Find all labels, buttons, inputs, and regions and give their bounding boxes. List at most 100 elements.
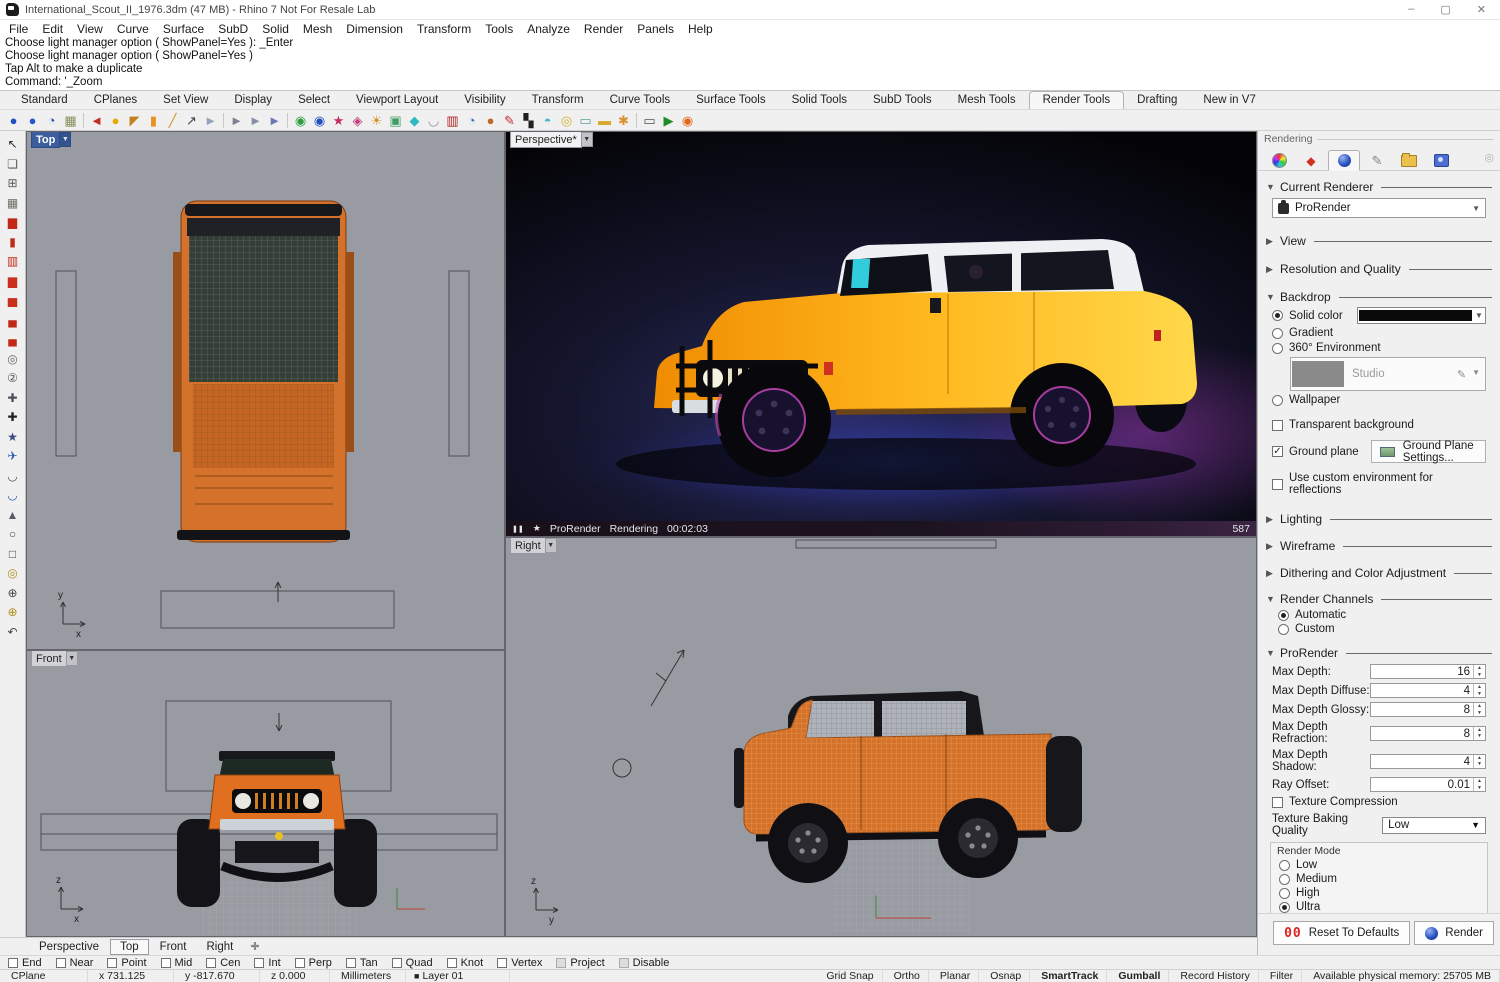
render-button[interactable]: Render <box>1414 921 1494 945</box>
flag-arrow-icon[interactable]: ► <box>201 111 220 130</box>
texture-compression-checkbox[interactable]: Texture Compression <box>1272 796 1486 808</box>
section-resolution[interactable]: ▶ Resolution and Quality <box>1266 262 1492 276</box>
sphere-cage-icon[interactable]: ◎ <box>4 351 22 367</box>
chevron-down-icon[interactable]: ▼ <box>546 538 557 553</box>
globe-icon[interactable]: ◔ <box>462 111 481 130</box>
pyramid-icon[interactable]: ▲ <box>4 507 22 523</box>
render-inwindow-icon[interactable]: ▮ <box>144 111 163 130</box>
flag-3-icon[interactable]: ► <box>265 111 284 130</box>
toolbar-tab[interactable]: Curve Tools <box>597 92 684 109</box>
osnap-checkbox[interactable]: Int <box>254 957 280 969</box>
spinner-arrows[interactable]: ▲▼ <box>1473 703 1485 716</box>
flag-2-icon[interactable]: ► <box>246 111 265 130</box>
right-viewport[interactable]: Right ▼ <box>505 537 1257 937</box>
environment-radio[interactable]: 360° Environment <box>1272 342 1486 354</box>
section-wireframe[interactable]: ▶ Wireframe <box>1266 539 1492 553</box>
number-input[interactable]: 4 ▲▼ <box>1370 754 1486 769</box>
toolbar-tab[interactable]: Display <box>221 92 285 109</box>
bomb-arrow-icon[interactable]: ↗ <box>182 111 201 130</box>
cargo-box-icon[interactable]: ▮ <box>4 234 22 250</box>
section-current-renderer[interactable]: ▼ Current Renderer <box>1266 180 1492 194</box>
toolbar-tab[interactable]: Standard <box>8 92 81 109</box>
render-preview-icon[interactable]: ● <box>23 111 42 130</box>
layer-pane[interactable]: ■Layer 01 <box>406 970 510 982</box>
spinner-arrows[interactable]: ▲▼ <box>1473 665 1485 678</box>
section-dithering[interactable]: ▶ Dithering and Color Adjustment <box>1266 566 1492 580</box>
menu-item[interactable]: Render <box>577 22 630 36</box>
texture-baking-select[interactable]: Low ▼ <box>1382 817 1486 834</box>
render-mode-radio[interactable]: High <box>1279 887 1479 899</box>
car-red-2-icon[interactable]: ▆ <box>4 273 22 289</box>
gumball-scale-icon[interactable]: ✚ <box>4 409 22 425</box>
bulb-icon[interactable]: ◎ <box>557 111 576 130</box>
separator[interactable] <box>223 113 224 128</box>
chevron-down-icon[interactable]: ▼ <box>60 132 71 147</box>
units-pane[interactable]: Millimeters <box>330 970 406 982</box>
toolbar-tab[interactable]: Mesh Tools <box>945 92 1029 109</box>
car-front-icon[interactable]: ▄ <box>4 312 22 328</box>
perspective-viewport-title[interactable]: Perspective* ▼ <box>510 132 593 147</box>
menu-item[interactable]: Edit <box>35 22 70 36</box>
osnap-checkbox[interactable]: Knot <box>447 957 484 969</box>
section-render-channels[interactable]: ▼ Render Channels <box>1266 592 1492 606</box>
right-viewport-title[interactable]: Right ▼ <box>510 538 557 553</box>
chassis-icon[interactable]: ▥ <box>4 253 22 269</box>
zoom-selected-icon[interactable]: ◎ <box>4 565 22 581</box>
environments-tab[interactable] <box>1426 151 1456 170</box>
osnap-checkbox[interactable]: Near <box>56 957 94 969</box>
number-input[interactable]: 8 ▲▼ <box>1370 726 1486 741</box>
z-coordinate[interactable]: z 0.000 <box>260 970 330 982</box>
number-input[interactable]: 16 ▲▼ <box>1370 664 1486 679</box>
section-lighting[interactable]: ▶ Lighting <box>1266 512 1492 526</box>
environment-picker[interactable]: Studio ✎ ▼ <box>1290 357 1486 391</box>
y-coordinate[interactable]: y -817.670 <box>174 970 260 982</box>
sun-icon[interactable]: ☀ <box>367 111 386 130</box>
toolbar-tab[interactable]: CPlanes <box>81 92 150 109</box>
spinner-arrows[interactable]: ▲▼ <box>1473 684 1485 697</box>
cplane-pane[interactable]: CPlane <box>0 970 88 982</box>
ground-plane-checkbox[interactable] <box>1272 446 1283 457</box>
front-viewport-title[interactable]: Front ▼ <box>31 651 78 666</box>
osnap-checkbox[interactable]: End <box>8 957 42 969</box>
chevron-down-icon[interactable]: ▼ <box>67 651 78 666</box>
menu-item[interactable]: File <box>2 22 35 36</box>
car-side-icon[interactable]: ▆ <box>4 214 22 230</box>
osnap-toggle[interactable]: Osnap <box>979 970 1030 982</box>
record-history-toggle[interactable]: Record History <box>1169 970 1258 982</box>
render-window-icon[interactable]: ◤ <box>125 111 144 130</box>
sunburst-icon[interactable]: ✱ <box>614 111 633 130</box>
zoom-extents-icon[interactable]: ⊕ <box>4 585 22 601</box>
top-viewport-title[interactable]: Top ▼ <box>31 132 71 147</box>
toolbar-tab[interactable]: Select <box>285 92 343 109</box>
memory-pane[interactable]: Available physical memory: 25705 MB <box>1302 970 1500 982</box>
toolbar-tab[interactable]: Visibility <box>451 92 518 109</box>
viewport-page-tab[interactable]: Top <box>110 939 149 955</box>
edit-pencil-icon[interactable]: ✎ <box>1457 368 1466 381</box>
osnap-checkbox[interactable]: Mid <box>161 957 193 969</box>
menu-item[interactable]: SubD <box>211 22 255 36</box>
menu-item[interactable]: View <box>70 22 110 36</box>
toolbar-tab[interactable]: SubD Tools <box>860 92 945 109</box>
new-viewport-icon[interactable]: ✚ <box>244 940 265 953</box>
menu-item[interactable]: Analyze <box>520 22 577 36</box>
maximize-button[interactable]: ▢ <box>1440 3 1450 16</box>
torus-icon[interactable]: ◡ <box>424 111 443 130</box>
menu-item[interactable]: Surface <box>156 22 211 36</box>
libraries-tab[interactable] <box>1394 151 1424 170</box>
ruler-icon[interactable]: ▭ <box>576 111 595 130</box>
render-mode-radio[interactable]: Medium <box>1279 873 1479 885</box>
osnap-checkbox[interactable]: Point <box>107 957 146 969</box>
menu-item[interactable]: Mesh <box>296 22 339 36</box>
toolbar-tab[interactable]: Surface Tools <box>683 92 778 109</box>
move-copy-icon[interactable]: ⊞ <box>4 175 22 191</box>
toolbar-tab[interactable]: Render Tools <box>1029 91 1125 109</box>
monitor-icon[interactable]: ▭ <box>640 111 659 130</box>
toolbar-tab[interactable]: Solid Tools <box>779 92 860 109</box>
menu-item[interactable]: Solid <box>255 22 296 36</box>
command-history[interactable]: Choose light manager option ( ShowPanel=… <box>0 37 1500 91</box>
separator[interactable] <box>636 113 637 128</box>
top-viewport[interactable]: Top ▼ <box>26 131 505 650</box>
separator[interactable] <box>83 113 84 128</box>
osnap-checkbox[interactable]: Quad <box>392 957 433 969</box>
ground-plane-settings-button[interactable]: Ground Plane Settings... <box>1371 440 1486 463</box>
